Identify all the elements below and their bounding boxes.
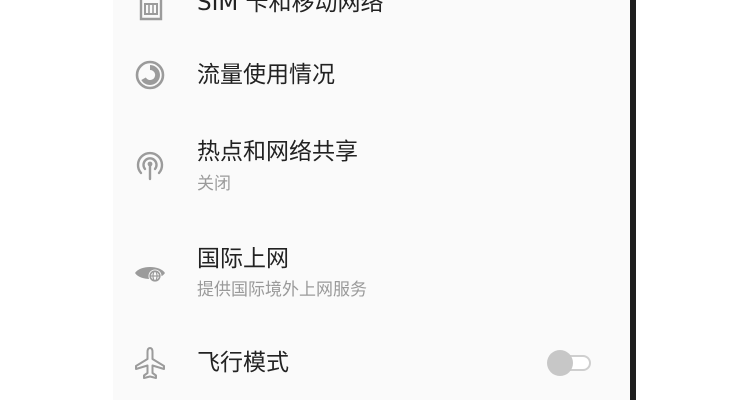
toggle-knob [547, 350, 573, 376]
global-roaming-icon [133, 256, 167, 290]
settings-item-global-roaming[interactable]: 国际上网 提供国际境外上网服务 [113, 212, 630, 316]
settings-item-title: 飞行模式 [197, 350, 289, 376]
data-usage-icon [133, 58, 167, 92]
settings-item-sim[interactable]: SIM 卡和移动网络 [113, 0, 630, 40]
airplane-icon [133, 346, 167, 380]
hotspot-icon [133, 148, 167, 182]
settings-item-title: 流量使用情况 [197, 62, 335, 88]
settings-panel: SIM 卡和移动网络 流量使用情况 热点和网络共享 关闭 国际上网 提供国际境外… [113, 0, 630, 400]
settings-item-title: 热点和网络共享 [197, 139, 358, 165]
screen-edge [630, 0, 636, 400]
settings-item-airplane-mode[interactable]: 飞行模式 [113, 316, 630, 400]
settings-item-title: SIM 卡和移动网络 [197, 0, 384, 16]
settings-item-data-usage[interactable]: 流量使用情况 [113, 40, 630, 112]
airplane-mode-toggle[interactable] [547, 350, 593, 376]
settings-item-hotspot[interactable]: 热点和网络共享 关闭 [113, 112, 630, 212]
settings-item-subtitle: 关闭 [197, 174, 231, 194]
sim-card-icon [133, 0, 167, 22]
settings-item-title: 国际上网 [197, 246, 289, 272]
settings-item-subtitle: 提供国际境外上网服务 [197, 280, 367, 300]
